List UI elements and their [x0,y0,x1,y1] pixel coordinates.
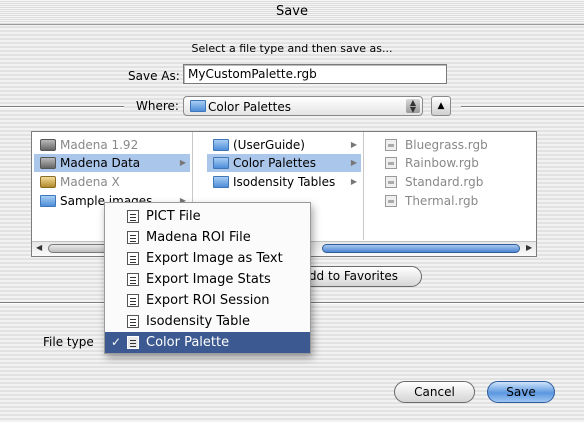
scroll-thumb-active[interactable] [322,244,520,253]
browser-item-label: Thermal.rgb [405,194,479,208]
save-as-label: Save As: [128,69,180,83]
chevron-right-icon: ▶ [350,177,357,186]
browser-item-label: Color Palettes [233,156,316,170]
menu-item-export-roi-session[interactable]: Export ROI Session [105,290,310,311]
triangle-up-icon: ▲ [437,101,445,111]
chevron-right-icon: ▶ [350,158,357,167]
chevron-right-icon: ▶ [179,158,186,167]
scroll-left-icon[interactable]: ◀ [36,243,42,252]
browser-item-color-palettes[interactable]: Color Palettes ▶ [207,154,361,172]
menu-item-label: PICT File [146,209,201,224]
checkmark-icon: ✓ [111,335,122,349]
scroll-thumb[interactable] [48,244,108,253]
menu-item-export-image-stats[interactable]: Export Image Stats [105,269,310,290]
where-value: Color Palettes [208,100,291,114]
file-icon [385,157,397,169]
menu-item-color-palette[interactable]: ✓ Color Palette [105,332,310,353]
browser-item-madena-data[interactable]: Madena Data ▶ [34,154,190,172]
menu-item-label: Color Palette [146,335,230,350]
disk-icon [40,176,56,188]
instruction-text: Select a file type and then save as... [191,42,393,55]
menu-item-export-image-as-text[interactable]: Export Image as Text [105,248,310,269]
menu-item-label: Isodensity Table [146,314,250,329]
file-icon [385,176,397,188]
divider [461,106,584,108]
session-file-icon [127,294,139,307]
window-title: Save [276,4,308,19]
stats-file-icon [127,273,139,286]
browser-item-label: Madena Data [60,156,141,170]
menu-item-label: Export ROI Session [146,293,270,308]
up-arrow-button[interactable]: ▲ [431,96,451,116]
folder-icon [40,195,56,207]
browser-item-file[interactable]: Rainbow.rgb [379,154,525,172]
browser-item-label: (UserGuide) [233,138,305,152]
folder-icon [213,139,229,151]
cancel-button[interactable]: Cancel [394,381,475,403]
menu-item-label: Madena ROI File [146,230,251,245]
folder-icon [213,176,229,188]
menu-item-madena-roi-file[interactable]: Madena ROI File [105,227,310,248]
text-file-icon [127,252,139,265]
browser-item-file[interactable]: Thermal.rgb [379,192,525,210]
menu-item-pict-file[interactable]: PICT File [105,206,310,227]
browser-item-label: Madena 1.92 [60,138,139,152]
save-button[interactable]: Save [487,381,555,403]
palette-file-icon [127,336,139,349]
browser-item-file[interactable]: Bluegrass.rgb [379,136,525,154]
browser-item-isodensity-tables[interactable]: Isodensity Tables ▶ [207,173,361,191]
where-popup[interactable]: Color Palettes ▲ ▼ [183,96,423,116]
file-type-menu: PICT File Madena ROI File Export Image a… [104,202,311,354]
folder-icon [213,157,229,169]
browser-item-madena-192[interactable]: Madena 1.92 [34,136,190,154]
title-bar[interactable]: Save [0,0,584,25]
where-label: Where: [136,99,179,113]
browser-item-userguide[interactable]: (UserGuide) ▶ [207,136,361,154]
updown-arrows-icon: ▲ ▼ [406,99,420,114]
menu-item-isodensity-table[interactable]: Isodensity Table [105,311,310,332]
file-type-label: File type [43,335,94,349]
browser-item-label: Madena X [60,175,120,189]
browser-column-files: Bluegrass.rgb Rainbow.rgb Standard.rgb T… [377,132,527,240]
file-icon [385,195,397,207]
browser-item-label: Standard.rgb [405,175,484,189]
disk-icon [40,157,56,169]
menu-item-label: Export Image as Text [146,251,283,266]
divider [0,106,124,108]
menu-item-label: Export Image Stats [146,272,271,287]
file-icon [385,139,397,151]
table-file-icon [127,315,139,328]
chevron-right-icon: ▶ [350,140,357,149]
scroll-right-icon[interactable]: ▶ [526,243,532,252]
document-icon [127,210,139,223]
image-icon [127,231,139,244]
browser-item-label: Rainbow.rgb [405,156,479,170]
browser-item-label: Isodensity Tables [233,175,336,189]
browser-item-label: Bluegrass.rgb [405,138,488,152]
disk-icon [40,139,56,151]
browser-item-madena-x[interactable]: Madena X [34,173,190,191]
save-as-field[interactable]: MyCustomPalette.rgb [183,64,447,84]
browser-item-file[interactable]: Standard.rgb [379,173,525,191]
folder-icon [190,100,206,112]
